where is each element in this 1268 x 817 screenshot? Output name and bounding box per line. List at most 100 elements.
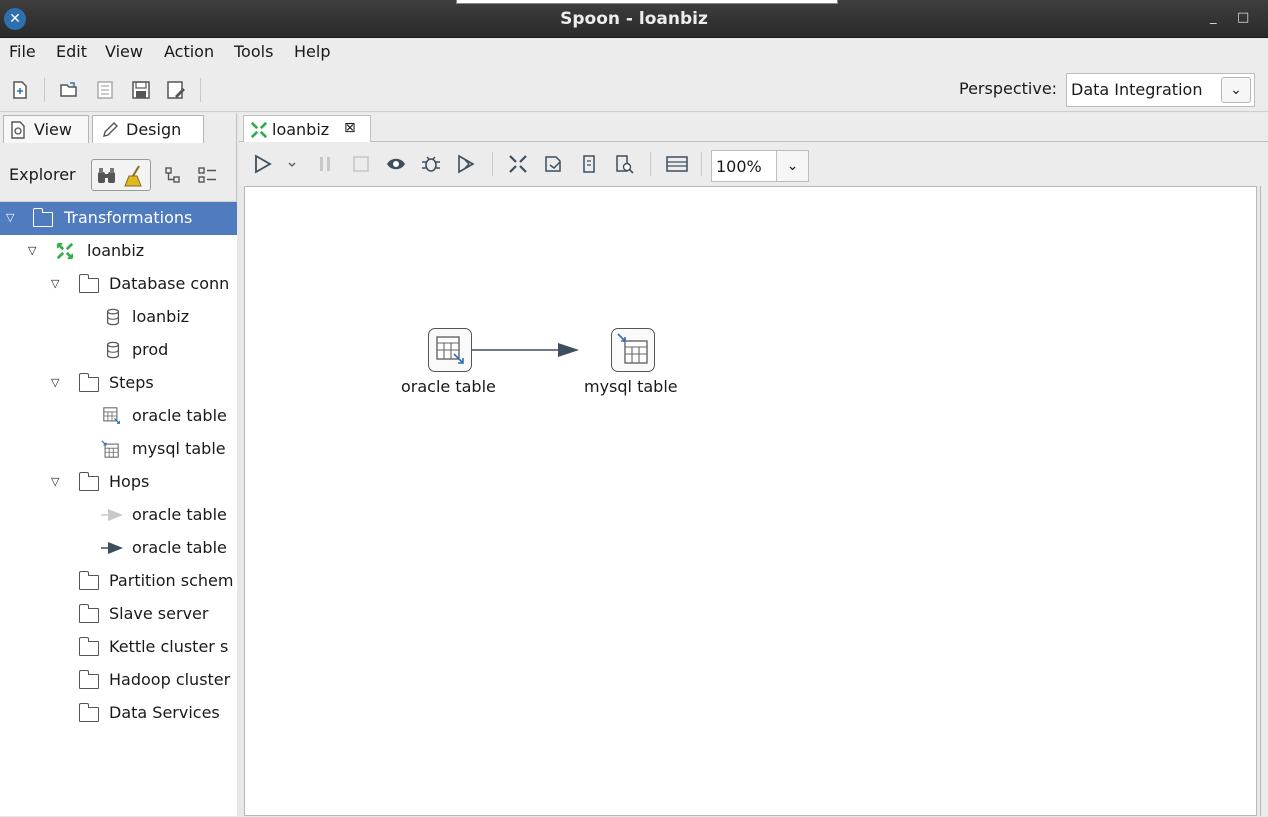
menu-edit[interactable]: Edit xyxy=(56,42,87,61)
step-mysql-table[interactable] xyxy=(611,328,655,372)
folder-icon xyxy=(79,274,99,293)
broom-icon[interactable] xyxy=(123,164,147,188)
tree-item-label: mysql table xyxy=(132,439,226,458)
tree-item-label: loanbiz xyxy=(87,241,145,260)
binoculars-icon[interactable] xyxy=(96,166,118,186)
impact-analysis-icon[interactable] xyxy=(543,154,563,174)
explore-db-icon[interactable] xyxy=(614,154,634,174)
right-scroll-edge xyxy=(1260,186,1268,816)
transformation-icon xyxy=(56,242,74,260)
tree-item-label: Partition schem xyxy=(109,571,234,590)
chevron-down-icon[interactable]: ⌄ xyxy=(776,151,808,181)
tree-item-label: Database conn xyxy=(109,274,230,293)
tree-item-hadoop-clusters[interactable]: Hadoop cluster xyxy=(0,664,237,697)
verify-icon[interactable] xyxy=(508,154,528,174)
left-panel-tabs: View Design xyxy=(0,113,237,145)
explorer-tree: ▽ Transformations ▽ loanbiz ▽ Database c… xyxy=(0,201,237,816)
step-oracle-table-label: oracle table xyxy=(401,377,496,396)
expand-triangle-icon[interactable]: ▽ xyxy=(51,475,59,488)
collapse-tree-icon[interactable] xyxy=(198,166,218,184)
tree-item-step-oracle-table[interactable]: oracle table xyxy=(0,400,237,433)
main-toolbar: Perspective: Data Integration ⌄ xyxy=(0,68,1268,112)
zoom-value: 100% xyxy=(716,157,762,176)
tree-item-hops[interactable]: ▽ Hops xyxy=(0,466,237,499)
tree-item-step-mysql-table[interactable]: mysql table xyxy=(0,433,237,466)
expand-triangle-icon[interactable]: ▽ xyxy=(51,277,59,290)
save-as-icon[interactable] xyxy=(166,80,186,100)
table-output-icon xyxy=(101,440,119,458)
minimize-button[interactable]: _ xyxy=(1210,10,1217,25)
debug-bug-icon[interactable] xyxy=(421,154,441,174)
step-oracle-table[interactable] xyxy=(428,328,472,372)
tree-item-slave-server[interactable]: Slave server xyxy=(0,598,237,631)
hop-arrow-icon[interactable] xyxy=(558,343,579,357)
preview-eye-icon[interactable] xyxy=(386,154,406,174)
expand-triangle-icon[interactable]: ▽ xyxy=(28,244,36,257)
transformation-canvas[interactable]: oracle table mysql table xyxy=(244,186,1257,816)
stop-icon[interactable] xyxy=(351,154,371,174)
tree-item-connection-loanbiz[interactable]: loanbiz xyxy=(0,301,237,334)
tree-item-label: oracle table xyxy=(132,538,227,557)
perspective-value: Data Integration xyxy=(1071,80,1203,99)
menu-action[interactable]: Action xyxy=(164,42,214,61)
expand-triangle-icon[interactable]: ▽ xyxy=(51,376,59,389)
folder-icon xyxy=(79,637,99,656)
hop-icon xyxy=(101,542,123,554)
expand-triangle-icon[interactable]: ▽ xyxy=(6,211,14,224)
pause-icon[interactable] xyxy=(315,154,335,174)
tree-item-hop[interactable]: oracle table xyxy=(0,532,237,565)
tree-item-connection-prod[interactable]: prod xyxy=(0,334,237,367)
tab-view-label: View xyxy=(34,120,72,139)
title-strip xyxy=(456,0,838,4)
toolbar-separator xyxy=(650,152,651,176)
run-icon[interactable] xyxy=(253,154,273,174)
tree-item-partition-schemas[interactable]: Partition schem xyxy=(0,565,237,598)
sql-script-icon[interactable] xyxy=(579,154,599,174)
tree-item-data-services[interactable]: Data Services xyxy=(0,697,237,730)
hop-layer xyxy=(471,343,579,357)
tab-view[interactable]: View xyxy=(3,115,89,143)
tree-item-label: Hops xyxy=(109,472,150,491)
run-options-chevron-icon[interactable] xyxy=(287,154,297,174)
tree-item-loanbiz-transformation[interactable]: ▽ loanbiz xyxy=(0,235,237,268)
open-icon[interactable] xyxy=(59,80,79,100)
replay-icon[interactable] xyxy=(456,154,476,174)
tree-item-steps[interactable]: ▽ Steps xyxy=(0,367,237,400)
table-input-icon xyxy=(103,407,120,424)
chevron-down-icon[interactable]: ⌄ xyxy=(1221,77,1251,103)
menu-view[interactable]: View xyxy=(105,42,143,61)
perspective-select[interactable]: Data Integration ⌄ xyxy=(1066,73,1255,107)
explore-repository-icon[interactable] xyxy=(95,80,115,100)
left-panel: View Design Explorer ▽ Transformations ▽… xyxy=(0,113,237,816)
folder-icon xyxy=(79,472,99,491)
folder-icon xyxy=(79,670,99,689)
zoom-select[interactable]: 100% ⌄ xyxy=(711,150,809,182)
save-icon[interactable] xyxy=(131,80,151,100)
tree-item-label: Slave server xyxy=(109,604,209,623)
show-results-icon[interactable] xyxy=(666,154,688,174)
editor-tab-bar: loanbiz ⊠ xyxy=(239,113,1268,143)
expand-tree-icon[interactable] xyxy=(164,166,182,184)
tree-item-label: Kettle cluster s xyxy=(109,637,229,656)
tree-item-hop-disabled[interactable]: oracle table xyxy=(0,499,237,532)
tab-loanbiz[interactable]: loanbiz ⊠ xyxy=(243,115,371,143)
maximize-button[interactable]: □ xyxy=(1237,10,1249,25)
tree-item-kettle-cluster[interactable]: Kettle cluster s xyxy=(0,631,237,664)
new-file-icon[interactable] xyxy=(10,80,30,100)
window-title: Spoon - loanbiz xyxy=(560,9,708,29)
tree-item-transformations[interactable]: ▽ Transformations xyxy=(0,202,237,235)
tab-design[interactable]: Design xyxy=(92,115,204,143)
menu-tools[interactable]: Tools xyxy=(234,42,273,61)
tree-item-label: loanbiz xyxy=(132,307,190,326)
table-output-icon xyxy=(617,333,648,364)
tree-item-label: Transformations xyxy=(64,208,193,227)
close-tab-icon[interactable]: ⊠ xyxy=(344,120,356,136)
tree-item-database-connections[interactable]: ▽ Database conn xyxy=(0,268,237,301)
step-mysql-table-label: mysql table xyxy=(584,377,678,396)
folder-icon xyxy=(79,604,99,623)
folder-icon xyxy=(33,208,53,227)
menu-file[interactable]: File xyxy=(9,42,36,61)
tab-design-label: Design xyxy=(126,120,182,139)
menu-help[interactable]: Help xyxy=(294,42,330,61)
toolbar-separator xyxy=(492,152,493,176)
